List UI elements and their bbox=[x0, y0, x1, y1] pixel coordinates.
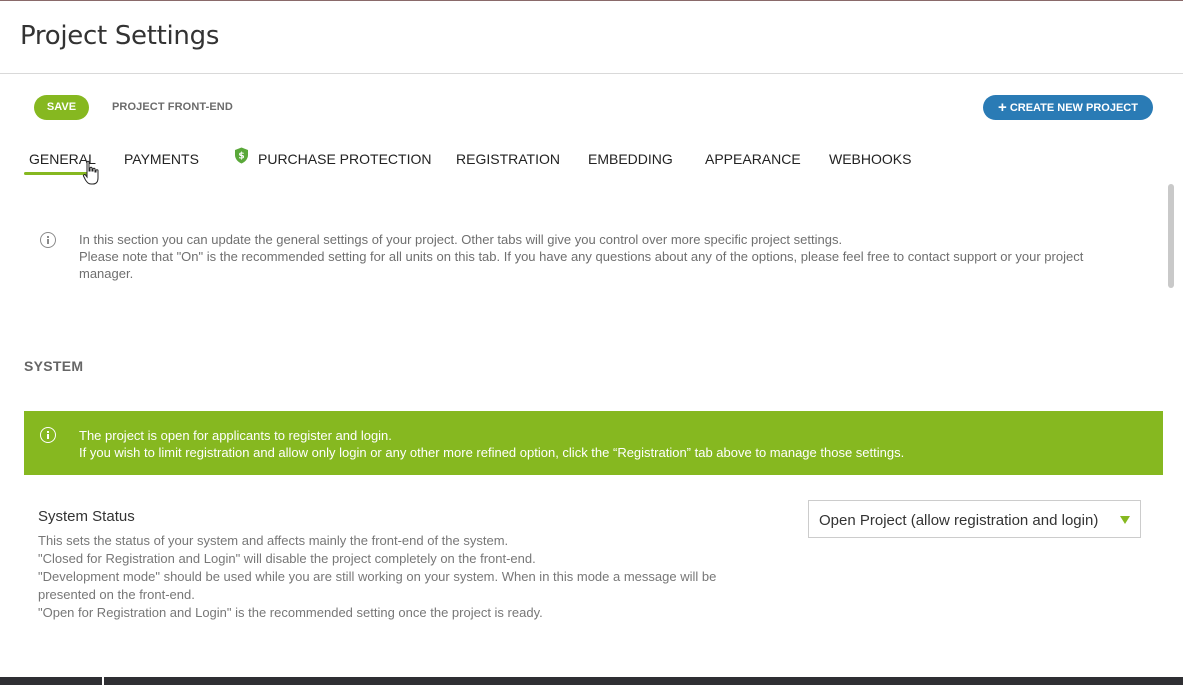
info-icon bbox=[40, 232, 56, 248]
status-desc-line: "Open for Registration and Login" is the… bbox=[38, 605, 543, 620]
svg-text:$: $ bbox=[238, 152, 244, 162]
section-title-system: SYSTEM bbox=[24, 358, 84, 374]
footer-divider bbox=[102, 677, 104, 685]
active-tab-indicator bbox=[24, 172, 90, 175]
intro-line-1: In this section you can update the gener… bbox=[79, 232, 843, 247]
plus-icon: + bbox=[998, 99, 1007, 116]
system-status-description: This sets the status of your system and … bbox=[38, 532, 768, 622]
tab-registration[interactable]: REGISTRATION bbox=[456, 151, 560, 167]
settings-tabs: GENERAL PAYMENTS $ PURCHASE PROTECTION R… bbox=[0, 140, 1183, 180]
page-header: Project Settings bbox=[0, 1, 1183, 74]
project-front-end-link[interactable]: PROJECT FRONT-END bbox=[112, 101, 233, 113]
banner-line-2: If you wish to limit registration and al… bbox=[79, 445, 905, 460]
tab-webhooks[interactable]: WEBHOOKS bbox=[829, 151, 911, 167]
footer-bar bbox=[0, 677, 1183, 685]
dropdown-arrow-icon bbox=[1120, 516, 1130, 524]
tab-appearance[interactable]: APPEARANCE bbox=[705, 151, 801, 167]
status-desc-line: "Development mode" should be used while … bbox=[38, 569, 717, 602]
banner-line-1: The project is open for applicants to re… bbox=[79, 428, 392, 443]
scrollbar-thumb[interactable] bbox=[1168, 184, 1174, 288]
select-value: Open Project (allow registration and log… bbox=[819, 512, 1099, 529]
save-button[interactable]: SAVE bbox=[34, 95, 89, 120]
system-status-label: System Status bbox=[38, 508, 135, 525]
tab-purchase-protection[interactable]: PURCHASE PROTECTION bbox=[258, 151, 431, 167]
shield-dollar-icon: $ bbox=[235, 147, 248, 164]
page-title: Project Settings bbox=[20, 21, 220, 51]
intro-line-2: Please note that "On" is the recommended… bbox=[79, 249, 1084, 281]
hand-pointer-icon bbox=[82, 160, 99, 185]
intro-text: In this section you can update the gener… bbox=[79, 231, 1139, 282]
system-status-select[interactable]: Open Project (allow registration and log… bbox=[808, 500, 1141, 538]
tab-payments[interactable]: PAYMENTS bbox=[124, 151, 199, 167]
status-desc-line: "Closed for Registration and Login" will… bbox=[38, 551, 536, 566]
status-banner: The project is open for applicants to re… bbox=[24, 411, 1163, 475]
tab-embedding[interactable]: EMBEDDING bbox=[588, 151, 673, 167]
create-new-project-label: CREATE NEW PROJECT bbox=[1009, 102, 1138, 114]
create-new-project-button[interactable]: + CREATE NEW PROJECT bbox=[983, 95, 1153, 120]
banner-text: The project is open for applicants to re… bbox=[79, 427, 904, 461]
info-icon bbox=[40, 427, 56, 443]
status-desc-line: This sets the status of your system and … bbox=[38, 533, 509, 548]
